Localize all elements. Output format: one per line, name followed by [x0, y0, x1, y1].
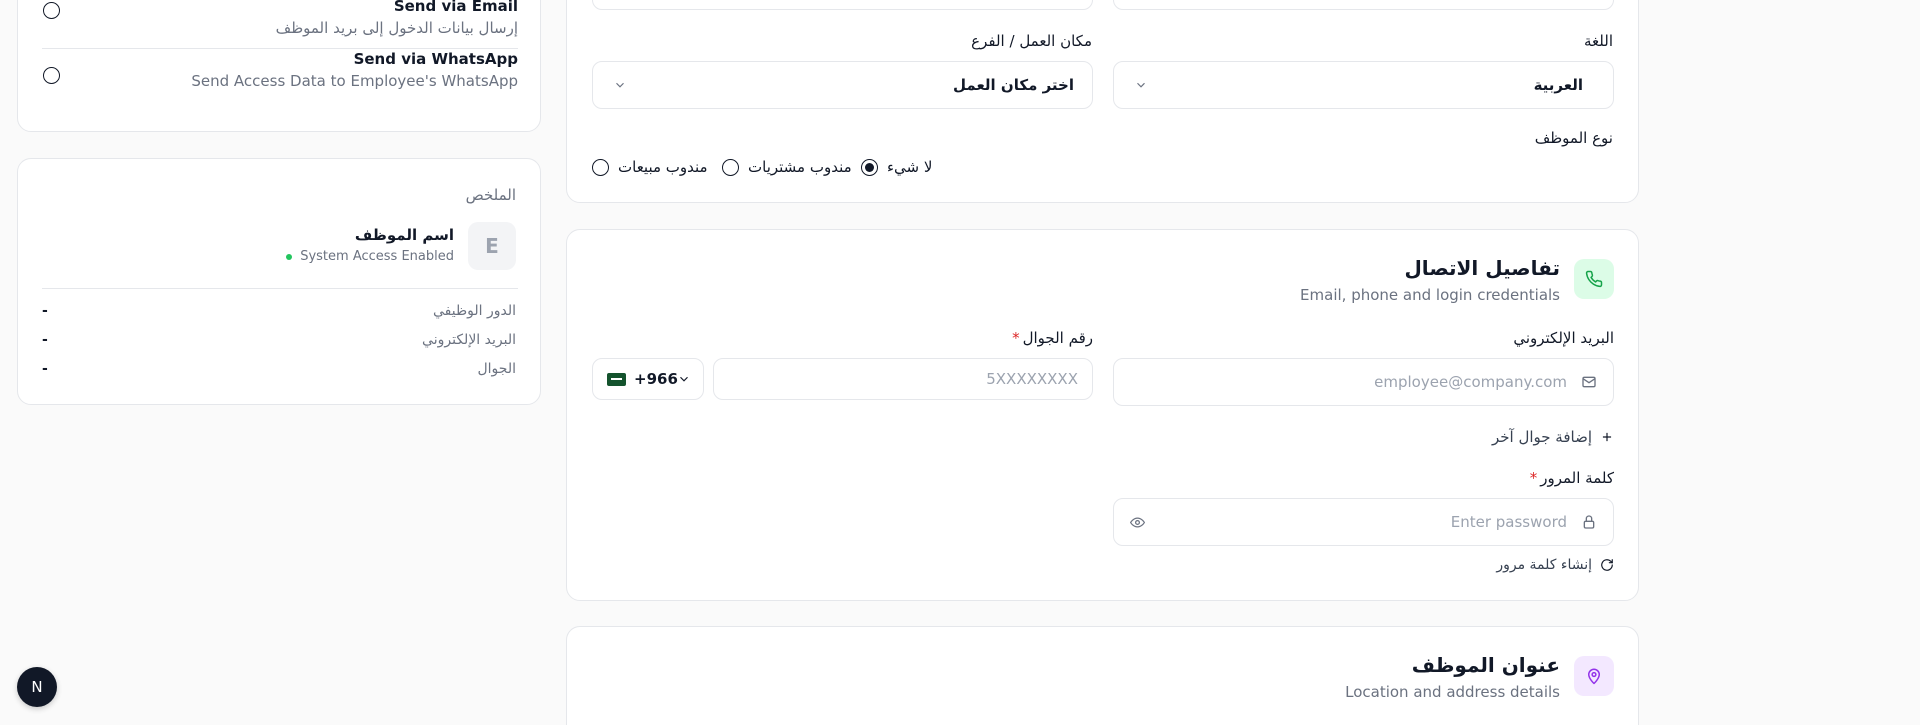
password-label: كلمة المرور*	[1530, 469, 1614, 487]
send-whatsapp-option[interactable]: Send via WhatsApp Send Access Data to Em…	[18, 49, 542, 119]
summary-value-email: -	[42, 332, 48, 348]
add-phone-button[interactable]: إضافة جوال آخر	[1492, 428, 1614, 446]
saudi-flag-icon	[607, 372, 626, 386]
contact-details-card: تفاصيل الاتصال Email, phone and login cr…	[566, 229, 1639, 601]
employee-address-card: عنوان الموظف Location and address detail…	[566, 626, 1639, 725]
workplace-select[interactable]: اختر مكان العمل	[592, 61, 1093, 109]
email-placeholder: employee@company.com	[1374, 373, 1567, 391]
summary-value-role: -	[42, 303, 48, 319]
summary-card: الملخص E اسم الموظف System Access Enable…	[17, 158, 541, 405]
floating-user-avatar[interactable]: N	[17, 667, 57, 707]
employee-type-sales-label: مندوب مبيعات	[618, 158, 708, 176]
send-email-radio[interactable]	[43, 2, 60, 19]
summary-row-role: الدور الوظيفي -	[42, 303, 516, 323]
employee-type-none-label: لا شيء	[887, 158, 933, 176]
avatar: E	[468, 222, 516, 270]
summary-row-email: البريد الإلكتروني -	[42, 332, 516, 352]
password-label-text: كلمة المرور	[1540, 469, 1614, 487]
email-label: البريد الإلكتروني	[1513, 329, 1614, 347]
required-marker: *	[1529, 469, 1538, 487]
avatar-letter: E	[485, 234, 499, 258]
send-email-title: Send via Email	[393, 0, 518, 15]
summary-label-email: البريد الإلكتروني	[422, 332, 516, 348]
summary-value-phone: -	[42, 361, 48, 377]
summary-heading: الملخص	[465, 186, 516, 204]
contact-title: تفاصيل الاتصال	[1404, 256, 1560, 280]
top-field-left[interactable]	[592, 0, 1093, 10]
summary-label-phone: الجوال	[477, 361, 517, 377]
workplace-label: مكان العمل / الفرع	[971, 32, 1092, 50]
generate-password-button[interactable]: إنشاء كلمة مرور	[1496, 557, 1614, 573]
status-text: System Access Enabled	[300, 249, 454, 264]
location-section-icon	[1574, 656, 1614, 696]
status-row: System Access Enabled	[286, 249, 454, 264]
phone-label-text: رقم الجوال	[1022, 329, 1093, 347]
refresh-icon	[1600, 558, 1614, 572]
add-phone-label: إضافة جوال آخر	[1491, 428, 1592, 446]
employee-type-none-radio[interactable]	[861, 158, 878, 176]
contact-subtitle: Email, phone and login credentials	[1300, 286, 1560, 304]
address-title: عنوان الموظف	[1411, 653, 1560, 677]
send-whatsapp-radio[interactable]	[43, 67, 60, 84]
language-select[interactable]: العربية	[1113, 61, 1614, 109]
plus-icon	[1600, 430, 1614, 444]
summary-row-phone: الجوال -	[42, 361, 516, 381]
language-value: العربية	[1533, 76, 1583, 94]
chevron-down-icon	[677, 372, 691, 386]
top-field-right[interactable]	[1113, 0, 1614, 10]
employee-type-purchases-label: مندوب مشتريات	[748, 158, 852, 176]
employee-type-purchases[interactable]: مندوب مشتريات	[722, 158, 852, 176]
mail-icon	[1581, 374, 1597, 390]
phone-field[interactable]: 5XXXXXXXX	[713, 358, 1093, 400]
summary-label-role: الدور الوظيفي	[433, 303, 516, 319]
general-info-card: اللغة مكان العمل / الفرع العربية اختر مك…	[566, 0, 1639, 203]
phone-label: رقم الجوال*	[1012, 329, 1093, 347]
phone-section-icon	[1574, 259, 1614, 299]
employee-name: اسم الموظف	[354, 226, 454, 244]
phone-placeholder: 5XXXXXXXX	[986, 370, 1078, 388]
send-options-card: Send via Email إرسال بيانات الدخول إلى ب…	[17, 0, 541, 132]
send-email-desc: إرسال بيانات الدخول إلى بريد الموظف	[275, 19, 518, 37]
language-label: اللغة	[1584, 32, 1613, 50]
send-whatsapp-desc: Send Access Data to Employee's WhatsApp	[191, 72, 518, 90]
status-dot	[286, 253, 293, 260]
password-placeholder: Enter password	[1450, 513, 1567, 531]
address-subtitle: Location and address details	[1345, 683, 1560, 701]
chevron-down-icon	[613, 78, 627, 92]
employee-type-purchases-radio[interactable]	[722, 158, 739, 176]
employee-type-sales-radio[interactable]	[592, 158, 609, 176]
generate-password-label: إنشاء كلمة مرور	[1496, 557, 1592, 573]
employee-type-label: نوع الموظف	[1534, 129, 1613, 147]
summary-divider	[42, 288, 518, 289]
country-code-select[interactable]: +966	[592, 358, 704, 400]
chevron-down-icon	[1134, 78, 1148, 92]
email-field[interactable]: employee@company.com	[1113, 358, 1614, 406]
country-code-value: +966	[634, 370, 678, 388]
employee-type-sales[interactable]: مندوب مبيعات	[592, 158, 708, 176]
workplace-placeholder: اختر مكان العمل	[953, 76, 1074, 94]
send-whatsapp-title: Send via WhatsApp	[353, 50, 518, 68]
eye-icon[interactable]	[1130, 515, 1145, 530]
send-email-option[interactable]: Send via Email إرسال بيانات الدخول إلى ب…	[18, 0, 542, 41]
floating-avatar-letter: N	[31, 678, 43, 696]
required-marker: *	[1012, 329, 1020, 347]
lock-icon	[1581, 514, 1597, 530]
employee-type-none[interactable]: لا شيء	[861, 158, 932, 176]
password-field[interactable]: Enter password	[1113, 498, 1614, 546]
